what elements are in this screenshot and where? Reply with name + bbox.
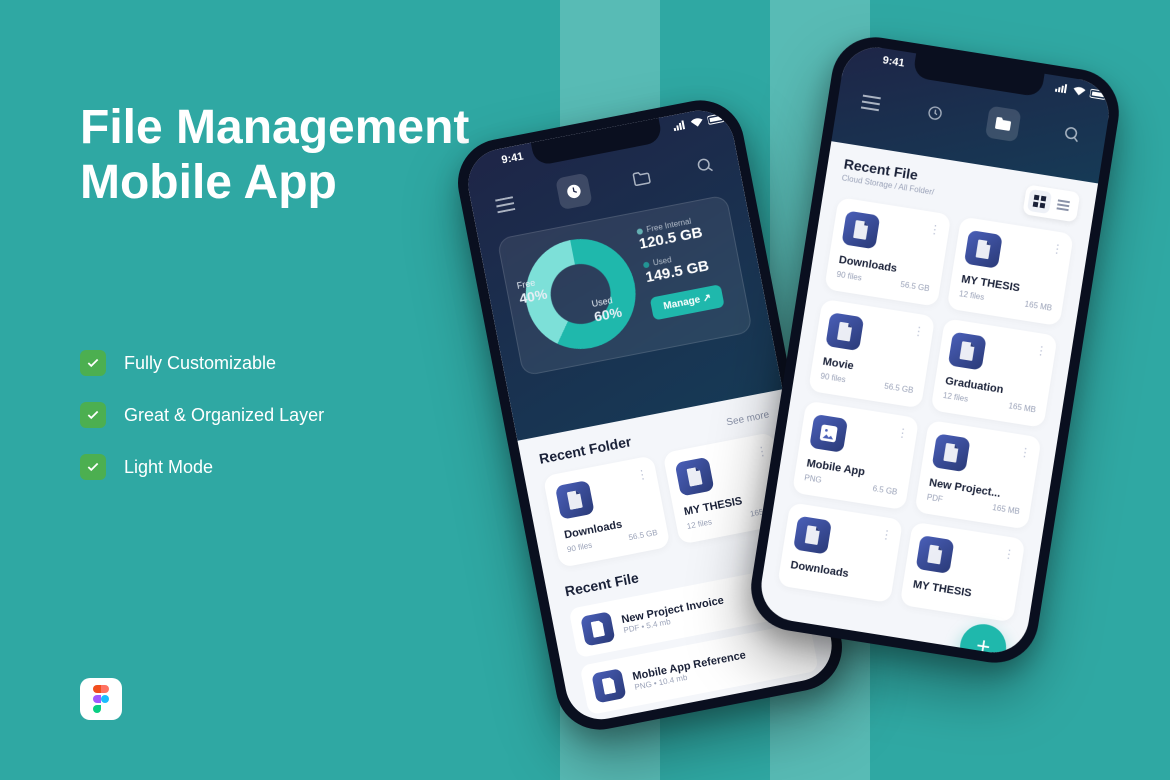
search-icon[interactable] (1060, 122, 1085, 147)
more-icon[interactable]: ⋮ (1018, 445, 1032, 461)
folder-card[interactable]: ⋮ Downloads (777, 502, 903, 603)
folder-files: 90 files (820, 371, 846, 384)
folder-card[interactable]: ⋮ MY THESIS (900, 522, 1026, 623)
donut-used-label: Used 60% (591, 294, 623, 325)
folder-icon[interactable] (985, 106, 1022, 143)
folder-files: 12 files (958, 289, 984, 302)
add-button[interactable]: + (957, 621, 1010, 658)
title-line1: File Management (80, 101, 469, 154)
feature-item: Fully Customizable (80, 350, 469, 376)
folder-card[interactable]: ⋮ Downloads 90 files56.5 GB (543, 455, 671, 568)
folder-card[interactable]: ⋮MY THESIS12 files165 MB (947, 216, 1074, 326)
file-type-icon (809, 414, 848, 453)
more-icon[interactable]: ⋮ (755, 443, 769, 459)
folder-files: PNG (804, 473, 823, 485)
folder-files: 90 files (566, 541, 593, 555)
title-line2: Mobile App (80, 156, 337, 209)
more-icon[interactable]: ⋮ (1050, 241, 1064, 257)
folder-name: Downloads (790, 559, 885, 586)
file-type-icon (916, 535, 955, 574)
feature-item: Light Mode (80, 454, 469, 480)
search-icon[interactable] (693, 153, 719, 179)
recent-file-title: Recent File (564, 569, 640, 599)
folder-size: 56.5 GB (900, 280, 930, 293)
file-type-icon (932, 433, 971, 472)
main-title: File Management Mobile App (80, 100, 469, 210)
menu-icon[interactable] (492, 192, 518, 218)
view-toggle (1022, 184, 1080, 222)
feature-label: Great & Organized Layer (124, 405, 324, 426)
feature-label: Light Mode (124, 457, 213, 478)
folder-card[interactable]: ⋮Downloads90 files56.5 GB (824, 197, 951, 307)
more-icon[interactable]: ⋮ (912, 323, 926, 339)
folder-card[interactable]: ⋮Movie90 files56.5 GB (808, 299, 935, 409)
file-type-icon (675, 457, 715, 497)
folder-size: 165 MB (1008, 401, 1037, 414)
more-icon[interactable]: ⋮ (896, 425, 910, 441)
storage-info: Free Internal 120.5 GB Used 149.5 GB Man… (636, 213, 728, 335)
folder-files: 12 files (942, 391, 968, 404)
clock-icon[interactable] (555, 173, 593, 211)
folder-size: 6.5 GB (872, 484, 898, 497)
feature-item: Great & Organized Layer (80, 402, 469, 428)
folder-size: 165 MB (992, 503, 1021, 516)
status-icons (671, 111, 728, 133)
clock-icon[interactable] (922, 100, 947, 125)
file-type-icon (964, 230, 1003, 269)
check-icon (80, 454, 106, 480)
folder-files: 12 files (686, 517, 713, 531)
clock: 9:41 (501, 151, 525, 167)
menu-icon[interactable] (858, 90, 883, 115)
promo-copy: File Management Mobile App Fully Customi… (80, 100, 469, 506)
clock: 9:41 (882, 54, 906, 69)
file-type-icon (591, 668, 626, 703)
more-icon[interactable]: ⋮ (1002, 546, 1016, 562)
see-more-link[interactable]: See more (725, 409, 770, 428)
file-type-icon (825, 312, 864, 351)
folder-card[interactable]: ⋮New Project...PDF165 MB (914, 420, 1041, 530)
manage-button[interactable]: Manage ↗ (650, 284, 725, 320)
file-type-icon (580, 611, 615, 646)
folder-size: 165 MB (1024, 300, 1053, 313)
status-icons (1054, 82, 1111, 103)
folder-size: 56.5 GB (628, 528, 659, 542)
figma-badge (80, 678, 122, 720)
folder-icon[interactable] (629, 165, 655, 191)
folder-files: 90 files (836, 270, 862, 283)
file-type-icon (841, 210, 880, 249)
folder-name: MY THESIS (912, 579, 1007, 606)
more-icon[interactable]: ⋮ (928, 222, 942, 238)
feature-list: Fully Customizable Great & Organized Lay… (80, 350, 469, 480)
folder-card[interactable]: ⋮Mobile AppPNG6.5 GB (792, 401, 919, 511)
more-icon[interactable]: ⋮ (1034, 343, 1048, 359)
file-type-icon (948, 332, 987, 371)
check-icon (80, 402, 106, 428)
folder-files: PDF (926, 493, 943, 504)
grid-view-button[interactable] (1027, 189, 1052, 214)
folder-size: 56.5 GB (884, 382, 914, 395)
storage-donut-chart: Free 40% Used 60% (516, 230, 645, 359)
more-icon[interactable]: ⋮ (879, 527, 893, 543)
donut-free-label: Free 40% (516, 276, 548, 307)
feature-label: Fully Customizable (124, 353, 276, 374)
file-type-icon (793, 516, 832, 555)
folder-card[interactable]: ⋮Graduation12 files165 MB (931, 318, 1058, 428)
list-view-button[interactable] (1051, 193, 1076, 218)
file-type-icon (555, 480, 595, 520)
check-icon (80, 350, 106, 376)
more-icon[interactable]: ⋮ (635, 467, 649, 483)
